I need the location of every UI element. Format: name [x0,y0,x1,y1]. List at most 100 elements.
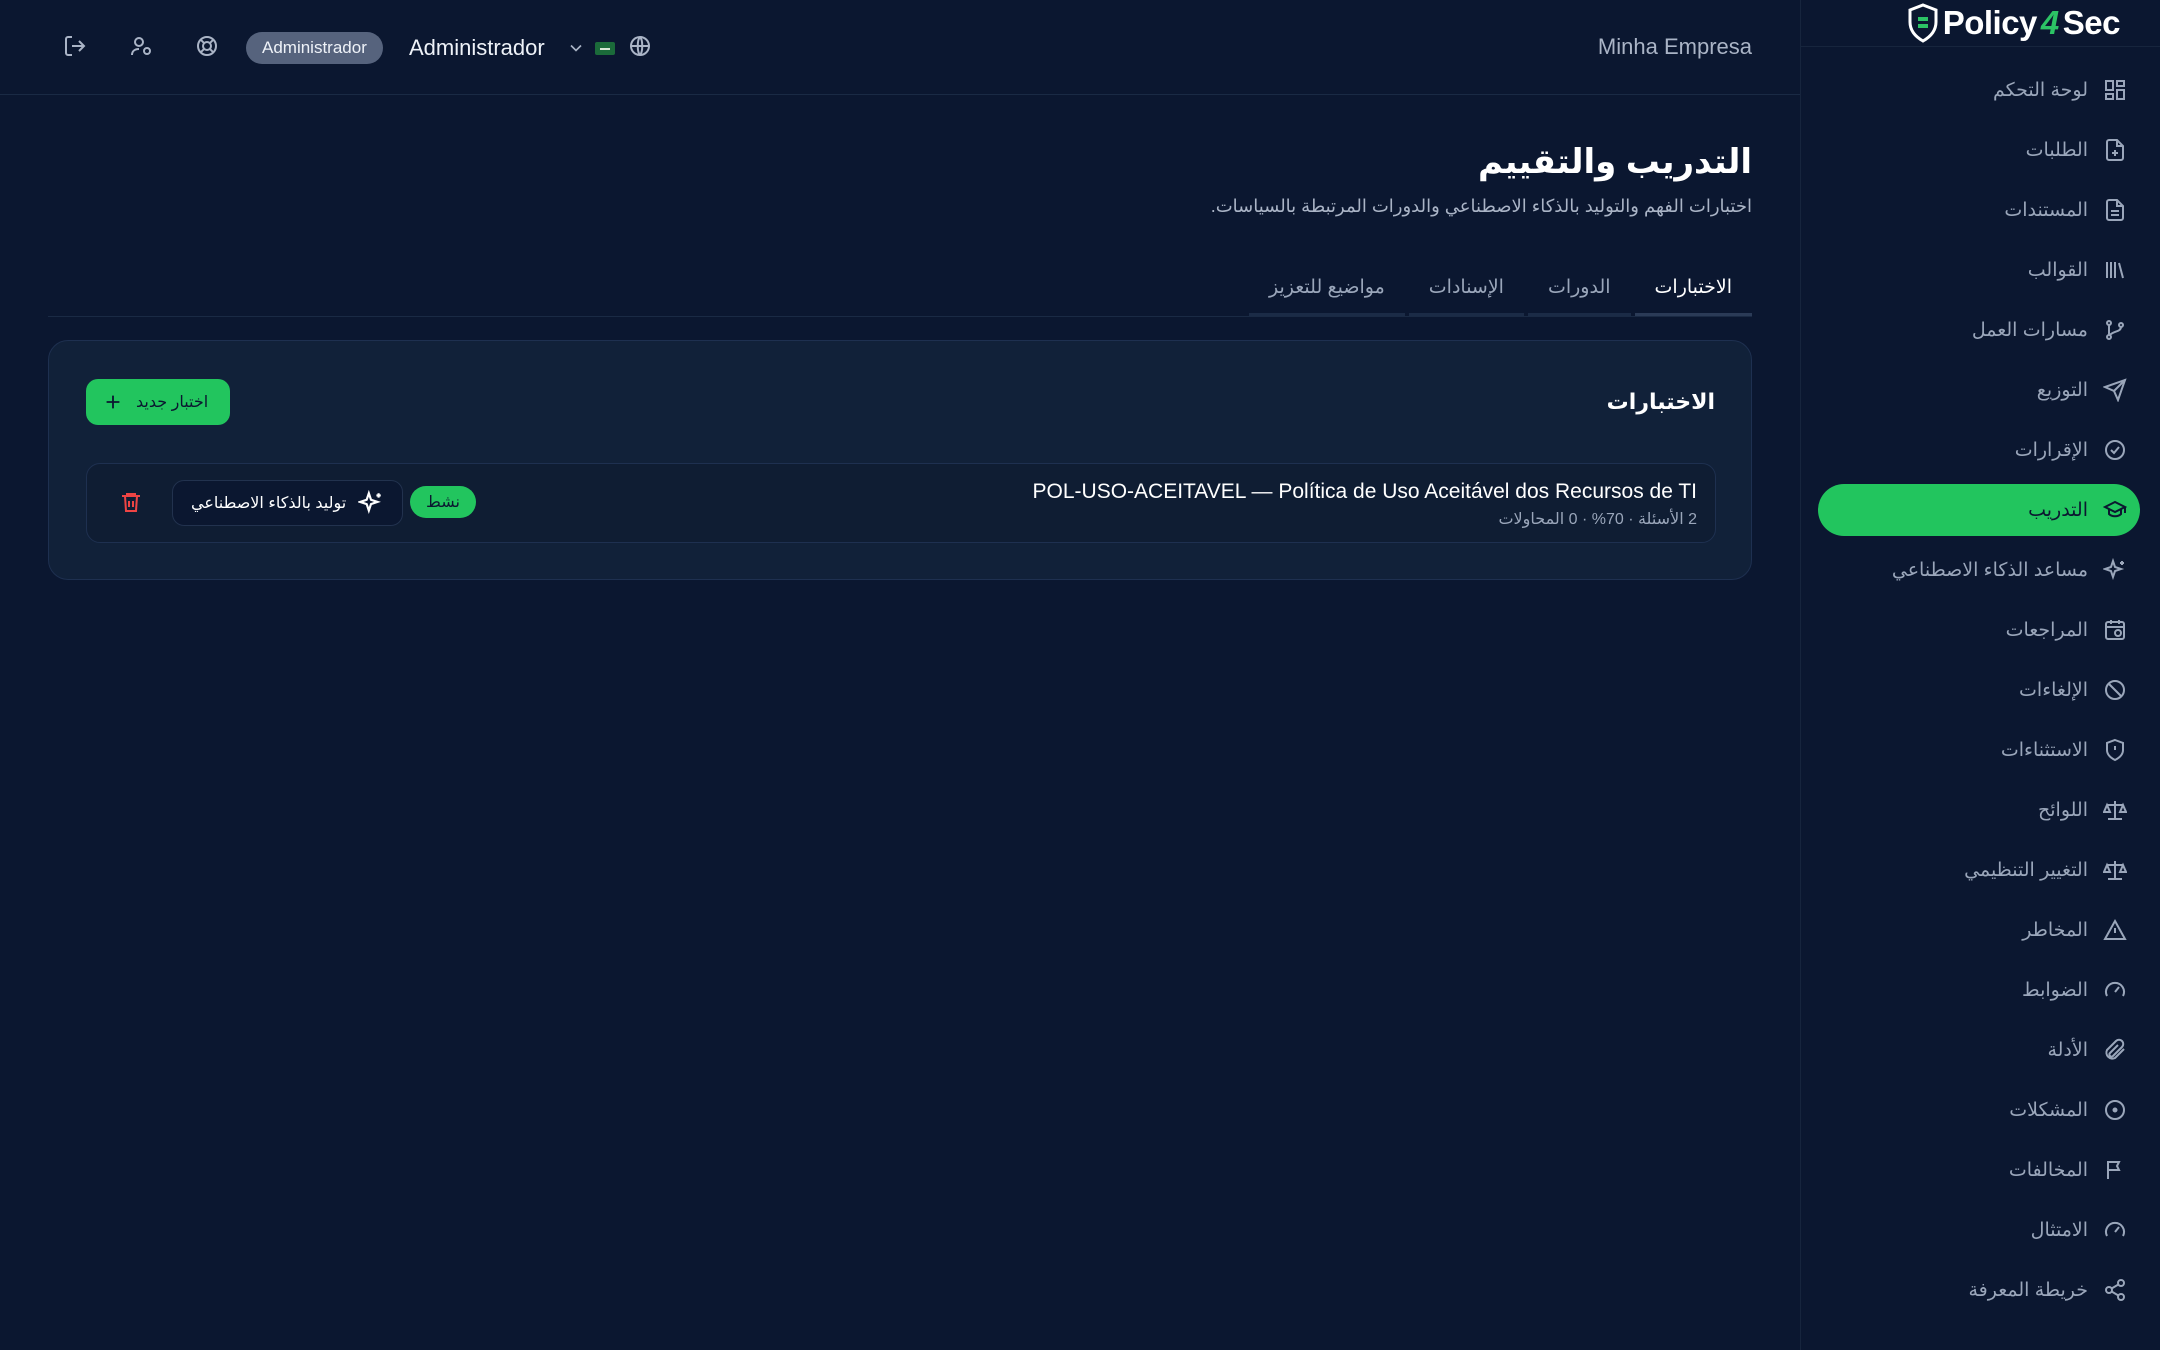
sidebar-item-workflows[interactable]: مسارات العمل [1818,304,2140,356]
sidebar-item-knowledge-map[interactable]: خريطة المعرفة [1818,1264,2140,1316]
tab-quizzes[interactable]: الاختبارات [1634,262,1752,316]
new-quiz-button[interactable]: اختبار جديد [86,379,231,425]
tabs-divider [48,316,1752,317]
globe-icon[interactable] [626,32,654,60]
paperclip-icon [2102,1037,2128,1063]
quizzes-card: الاختبارات اختبار جديد POL-USO-ACEITAVEL… [48,340,1752,580]
tab-bar: الاختبارات الدورات الإسنادات مواضيع للتع… [1249,262,1752,316]
send-icon [2102,377,2128,403]
sidebar-item-label: الإلغاءات [2019,679,2088,701]
sidebar-item-dashboard[interactable]: لوحة التحكم [1818,64,2140,116]
sparkles-icon [358,490,382,515]
sidebar-item-cancellations[interactable]: الإلغاءات [1818,664,2140,716]
chevron-down-icon[interactable] [566,38,586,58]
page-title: التدريب والتقييم [1477,143,1752,181]
sidebar-item-templates[interactable]: القوالب [1818,244,2140,296]
ai-generate-label: توليد بالذكاء الاصطناعي [191,495,347,512]
document-icon [2102,197,2128,223]
sidebar-item-violations[interactable]: المخالفات [1818,1144,2140,1196]
sidebar-item-regulations[interactable]: اللوائح [1818,784,2140,836]
sidebar-item-label: المخاطر [2022,919,2088,941]
sidebar-divider [1801,46,2160,47]
library-icon [2102,257,2128,283]
sidebar-item-exceptions[interactable]: الاستثناءات [1818,724,2140,776]
sidebar-item-controls[interactable]: الضوابط [1818,964,2140,1016]
new-quiz-label: اختبار جديد [136,394,209,411]
logout-icon[interactable] [61,32,89,60]
user-settings-icon[interactable] [127,32,155,60]
shield-alert-icon [2102,737,2128,763]
workflow-icon [2102,317,2128,343]
sidebar-item-label: المشكلات [2009,1099,2088,1121]
company-name[interactable]: Minha Empresa [1598,34,1752,60]
trash-icon[interactable] [119,490,145,516]
share-icon [2102,1277,2128,1303]
check-circle-icon [2102,437,2128,463]
sidebar-item-label: الاستثناءات [2000,739,2088,761]
sidebar-item-label: التغيير التنظيمي [1964,859,2088,881]
sidebar-item-attestations[interactable]: الإقرارات [1818,424,2140,476]
sidebar-item-label: خريطة المعرفة [1968,1279,2088,1301]
sidebar-item-compliance[interactable]: الامتثال [1818,1204,2140,1256]
role-badge: Administrador [246,32,383,64]
sidebar-item-documents[interactable]: المستندات [1818,184,2140,236]
circle-dot-icon [2102,1097,2128,1123]
sidebar-item-ai-assistant[interactable]: مساعد الذكاء الاصطناعي [1818,544,2140,596]
sidebar: Policy 4 Sec لوحة التحكم الطلبات المستندات… [1800,0,2160,1350]
sparkles-icon [2102,557,2128,583]
sidebar-item-label: مساعد الذكاء الاصطناعي [1891,559,2088,581]
flag-icon [2102,1157,2128,1183]
brand-name-b: 4 [2040,4,2059,41]
sidebar-item-label: اللوائح [2037,799,2088,821]
tab-reinforcement-topics[interactable]: مواضيع للتعزيز [1249,262,1405,316]
calendar-clock-icon [2102,617,2128,643]
sidebar-item-label: المستندات [2004,199,2088,221]
sidebar-item-label: القوالب [2027,259,2088,281]
scale-icon [2102,797,2128,823]
ban-icon [2102,677,2128,703]
graduation-cap-icon [2102,497,2128,523]
quiz-title: POL-USO-ACEITAVEL — Política de Uso Acei… [1032,480,1697,503]
sidebar-item-issues[interactable]: المشكلات [1818,1084,2140,1136]
brand-name-a: Policy [1942,4,2038,41]
sidebar-item-label: لوحة التحكم [1992,79,2088,101]
quiz-meta: 2 الأسئلة · 70% · 0 المحاولات [1498,511,1697,528]
sidebar-item-reviews[interactable]: المراجعات [1818,604,2140,656]
sidebar-item-risks[interactable]: المخاطر [1818,904,2140,956]
sidebar-item-label: المخالفات [2008,1159,2088,1181]
help-icon[interactable] [193,32,221,60]
sidebar-item-training[interactable]: التدريب [1818,484,2140,536]
sidebar-item-label: المراجعات [2005,619,2088,641]
brand-logo[interactable]: Policy 4 Sec [1907,0,2121,46]
card-title: الاختبارات [1606,389,1715,414]
quiz-row[interactable]: POL-USO-ACEITAVEL — Política de Uso Acei… [86,463,1716,543]
sidebar-item-evidence[interactable]: الأدلة [1818,1024,2140,1076]
file-plus-icon [2102,137,2128,163]
sidebar-item-regulatory-change[interactable]: التغيير التنظيمي [1818,844,2140,896]
page-subtitle: اختبارات الفهم والتوليد بالذكاء الاصطناع… [1210,196,1752,216]
scale-icon [2102,857,2128,883]
user-name[interactable]: Administrador [409,35,545,61]
brand-name-c: Sec [2062,4,2121,41]
sidebar-item-requests[interactable]: الطلبات [1818,124,2140,176]
status-badge: نشط [410,486,476,518]
dashboard-icon [2102,77,2128,103]
tab-courses[interactable]: الدورات [1527,262,1631,316]
sidebar-item-label: الإقرارات [2014,439,2088,461]
sidebar-item-label: التدريب [2028,499,2088,521]
gauge-icon [2102,977,2128,1003]
shield-logo-icon [1908,3,1938,43]
plus-icon [106,395,120,409]
sidebar-item-label: مسارات العمل [1971,319,2088,341]
sidebar-item-label: التوزيع [2036,379,2088,401]
flag-icon[interactable] [595,42,615,55]
sidebar-item-distribution[interactable]: التوزيع [1818,364,2140,416]
gauge-icon [2102,1217,2128,1243]
sidebar-item-label: الأدلة [2047,1039,2088,1061]
ai-generate-button[interactable]: توليد بالذكاء الاصطناعي [172,480,404,526]
sidebar-item-label: الطلبات [2025,139,2088,161]
top-header: Administrador Administrador Minha Empres… [0,0,1800,95]
tab-assignments[interactable]: الإسنادات [1408,262,1524,316]
sidebar-item-label: الضوابط [2022,979,2088,1001]
sidebar-item-label: الامتثال [2030,1219,2088,1241]
